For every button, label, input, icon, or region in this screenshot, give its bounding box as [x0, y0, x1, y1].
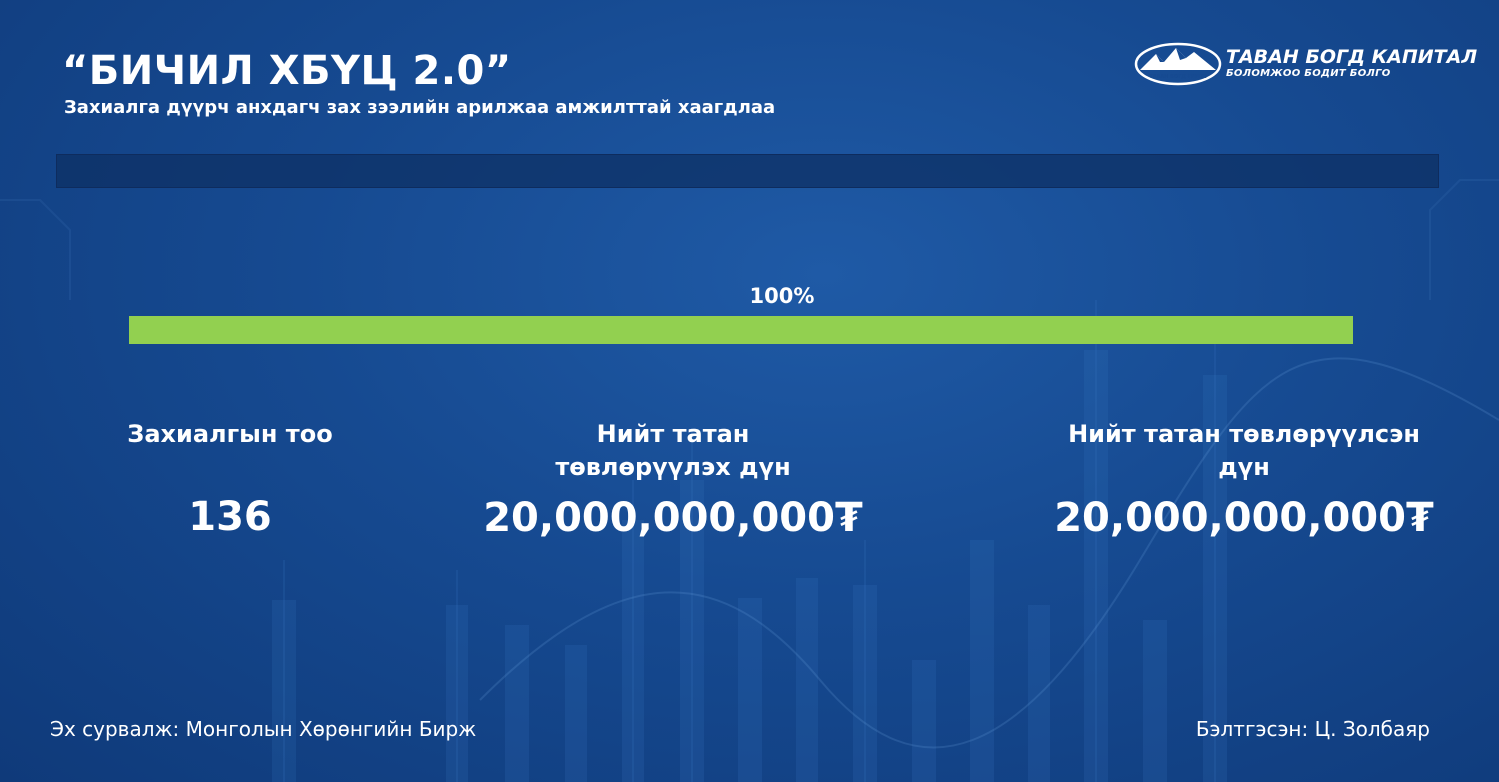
page-title: “БИЧИЛ ХБҮЦ 2.0”: [62, 48, 512, 94]
progress-bar-fill: [129, 316, 1353, 344]
raised-amount-value: 20,000,000,000₮: [1054, 495, 1434, 541]
orders-label: Захиалгын тоо: [127, 420, 333, 448]
header-band: [56, 154, 1439, 188]
target-amount-value: 20,000,000,000₮: [483, 495, 863, 541]
mountain-logo-icon: ТАВАН БОГД ГРУПП: [1134, 42, 1222, 86]
orders-stat: Захиалгын тоо 136: [110, 418, 350, 541]
page-subtitle: Захиалга дүүрч анхдагч зах зээлийн арилж…: [64, 97, 776, 118]
prepared-by-note: Бэлтгэсэн: Ц. Золбаяр: [1195, 717, 1430, 741]
company-logo: ТАВАН БОГД ГРУПП ТАВАН БОГД КАПИТАЛ БОЛО…: [1134, 40, 1477, 88]
raised-amount-stat: Нийт татан төвлөрүүлсэн дүн 20,000,000,0…: [1030, 418, 1458, 542]
progress-percent-label: 100%: [749, 284, 815, 308]
orders-value: 136: [188, 494, 272, 540]
logo-tagline: БОЛОМЖОО БОДИТ БОЛГО: [1226, 68, 1391, 79]
raised-amount-label: Нийт татан төвлөрүүлсэн дүн: [1068, 420, 1420, 481]
logo-emblem-text: ТАВАН БОГД ГРУПП: [1149, 74, 1206, 80]
logo-name: ТАВАН БОГД КАПИТАЛ: [1226, 46, 1478, 68]
source-note: Эх сурвалж: Монголын Хөрөнгийн Бирж: [50, 717, 477, 741]
progress-bar: [129, 316, 1353, 344]
target-amount-label: Нийт татан төвлөрүүлэх дүн: [555, 420, 791, 481]
target-amount-stat: Нийт татан төвлөрүүлэх дүн 20,000,000,00…: [460, 418, 886, 542]
